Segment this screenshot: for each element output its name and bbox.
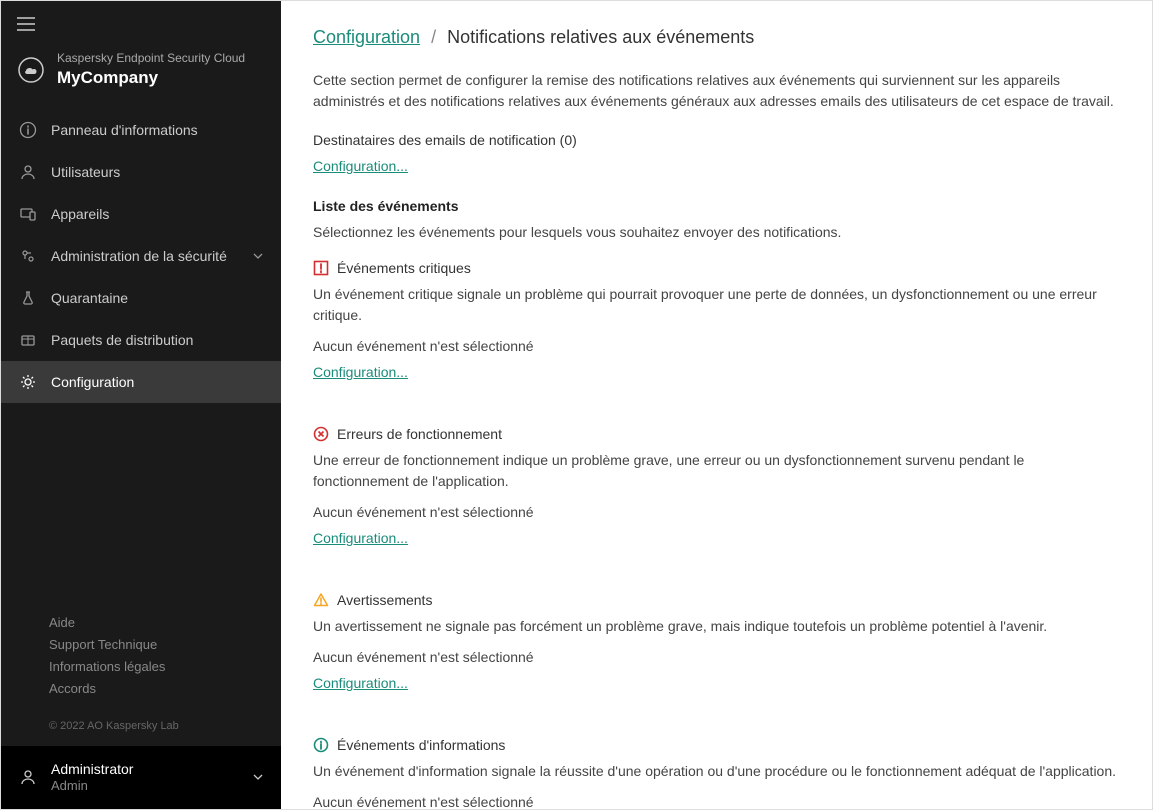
error-config-link[interactable]: Configuration... (313, 530, 408, 546)
nav: Panneau d'informations Utilisateurs Appa… (1, 109, 281, 600)
brand-company: MyCompany (57, 67, 245, 89)
warning-desc: Un avertissement ne signale pas forcémen… (313, 616, 1120, 637)
brand-product: Kaspersky Endpoint Security Cloud (57, 51, 245, 67)
main-content: Configuration / Notifications relatives … (281, 1, 1152, 809)
critical-title: Événements critiques (337, 260, 471, 276)
user-bar[interactable]: Administrator Admin (1, 746, 281, 809)
hamburger-icon (17, 17, 35, 31)
info-title: Événements d'informations (337, 737, 505, 753)
breadcrumb-separator: / (431, 27, 436, 47)
info-icon (313, 737, 329, 753)
critical-status: Aucun événement n'est sélectionné (313, 338, 1120, 354)
flask-icon (19, 289, 37, 307)
menu-toggle-button[interactable] (17, 13, 35, 35)
breadcrumb: Configuration / Notifications relatives … (313, 27, 1120, 48)
event-block-warning: Avertissements Un avertissement ne signa… (313, 592, 1120, 715)
footer-support-link[interactable]: Support Technique (49, 634, 233, 656)
user-name: Administrator (51, 760, 239, 778)
sidebar-item-label: Quarantaine (51, 290, 128, 306)
info-status: Aucun événement n'est sélectionné (313, 794, 1120, 809)
event-block-critical: Événements critiques Un événement critiq… (313, 260, 1120, 404)
events-hint: Sélectionnez les événements pour lesquel… (313, 224, 1120, 240)
brand: Kaspersky Endpoint Security Cloud MyComp… (1, 39, 281, 109)
event-block-error: Erreurs de fonctionnement Une erreur de … (313, 426, 1120, 570)
sidebar-item-quarantine[interactable]: Quarantaine (1, 277, 281, 319)
warning-title: Avertissements (337, 592, 432, 608)
event-block-info: Événements d'informations Un événement d… (313, 737, 1120, 809)
sidebar-item-devices[interactable]: Appareils (1, 193, 281, 235)
recipients-config-link[interactable]: Configuration... (313, 158, 408, 174)
critical-config-link[interactable]: Configuration... (313, 364, 408, 380)
sidebar-item-configuration[interactable]: Configuration (1, 361, 281, 403)
user-icon (19, 768, 37, 786)
footer-agreements-link[interactable]: Accords (49, 678, 233, 700)
events-list-title: Liste des événements (313, 198, 1120, 214)
sidebar-item-label: Configuration (51, 374, 134, 390)
chevron-down-icon (253, 774, 263, 780)
sidebar-item-label: Paquets de distribution (51, 332, 193, 348)
sidebar-item-label: Administration de la sécurité (51, 248, 227, 264)
sidebar-item-label: Appareils (51, 206, 109, 222)
cloud-shield-icon (17, 56, 45, 84)
sidebar-item-security[interactable]: Administration de la sécurité (1, 235, 281, 277)
error-status: Aucun événement n'est sélectionné (313, 504, 1120, 520)
breadcrumb-root-link[interactable]: Configuration (313, 27, 420, 47)
recipients-label: Destinataires des emails de notification… (313, 132, 1120, 148)
devices-icon (19, 205, 37, 223)
info-desc: Un événement d'information signale la ré… (313, 761, 1120, 782)
user-role: Admin (51, 778, 239, 795)
error-icon (313, 426, 329, 442)
sidebar: Kaspersky Endpoint Security Cloud MyComp… (1, 1, 281, 809)
error-desc: Une erreur de fonctionnement indique un … (313, 450, 1120, 492)
security-icon (19, 247, 37, 265)
footer-help-link[interactable]: Aide (49, 612, 233, 634)
user-icon (19, 163, 37, 181)
gear-icon (19, 373, 37, 391)
sidebar-item-label: Panneau d'informations (51, 122, 198, 138)
info-icon (19, 121, 37, 139)
breadcrumb-current: Notifications relatives aux événements (447, 27, 754, 47)
footer-legal-link[interactable]: Informations légales (49, 656, 233, 678)
warning-icon (313, 592, 329, 608)
warning-config-link[interactable]: Configuration... (313, 675, 408, 691)
critical-icon (313, 260, 329, 276)
sidebar-item-users[interactable]: Utilisateurs (1, 151, 281, 193)
intro-text: Cette section permet de configurer la re… (313, 70, 1120, 112)
footer-links: Aide Support Technique Informations léga… (1, 600, 281, 712)
sidebar-item-dashboard[interactable]: Panneau d'informations (1, 109, 281, 151)
error-title: Erreurs de fonctionnement (337, 426, 502, 442)
package-icon (19, 331, 37, 349)
critical-desc: Un événement critique signale un problèm… (313, 284, 1120, 326)
sidebar-item-label: Utilisateurs (51, 164, 120, 180)
warning-status: Aucun événement n'est sélectionné (313, 649, 1120, 665)
chevron-down-icon (253, 253, 263, 259)
sidebar-item-packages[interactable]: Paquets de distribution (1, 319, 281, 361)
copyright: © 2022 AO Kaspersky Lab (1, 712, 281, 746)
